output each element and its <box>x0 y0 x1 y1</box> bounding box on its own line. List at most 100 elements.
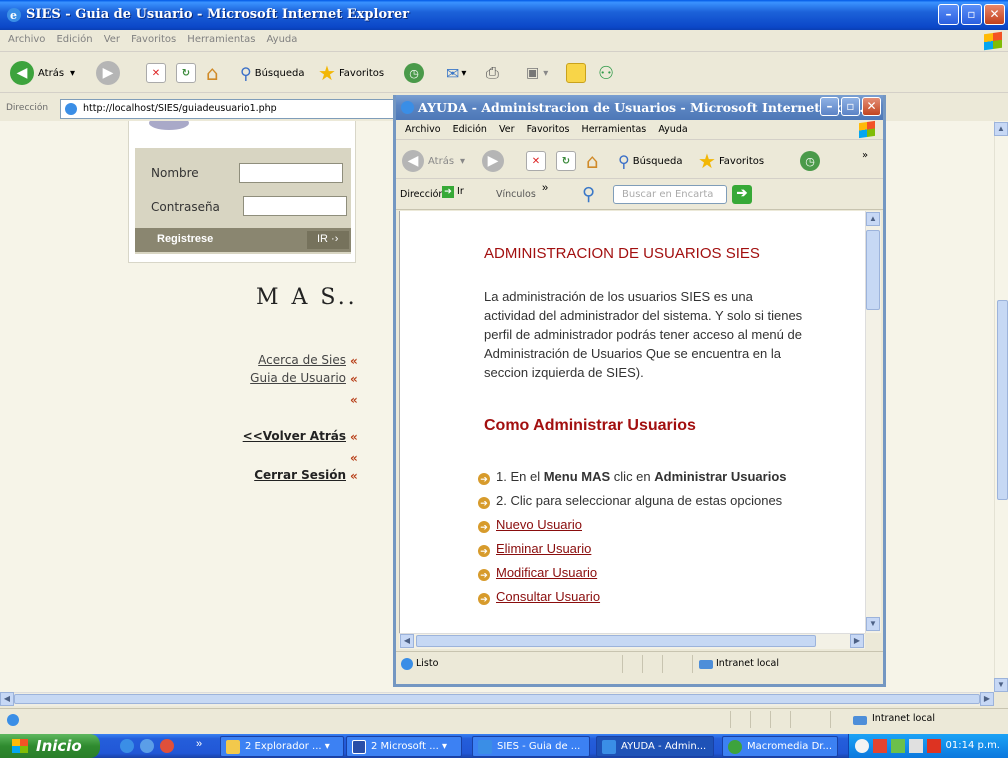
encarta-search-icon: ⚲ <box>582 184 596 204</box>
toolbar-chevron-icon[interactable]: » <box>862 141 868 169</box>
main-title-bar[interactable]: e SIES - Guia de Usuario - Microsoft Int… <box>0 0 1008 30</box>
ie-quicklaunch-icon[interactable] <box>120 739 134 753</box>
menu-ver[interactable]: Ver <box>499 124 515 135</box>
minimize-button[interactable]: – <box>938 4 959 25</box>
windows-flag-icon <box>12 739 28 753</box>
menu-favoritos[interactable]: Favoritos <box>527 124 570 135</box>
forward-button[interactable]: ▶ <box>482 147 504 175</box>
chevron-icon[interactable]: » <box>196 738 202 750</box>
taskbar-word[interactable]: 2 Microsoft ... ▾ <box>346 736 462 757</box>
popup-horizontal-scroll-thumb[interactable] <box>416 635 816 647</box>
menu-ayuda[interactable]: Ayuda <box>658 124 687 135</box>
encarta-search-input[interactable]: Buscar en Encarta <box>613 185 727 204</box>
tray-icon-2[interactable] <box>891 739 905 753</box>
scroll-right-arrow-icon[interactable]: ▶ <box>850 634 864 648</box>
password-input[interactable] <box>243 196 347 216</box>
menu-ayuda[interactable]: Ayuda <box>266 34 297 45</box>
tray-icon-4[interactable] <box>927 739 941 753</box>
clock[interactable]: 01:14 p.m. <box>946 740 1000 751</box>
edit-icon: ▣ <box>526 65 540 81</box>
popup-vertical-scroll-thumb[interactable] <box>866 230 880 310</box>
eliminar-usuario-link[interactable]: Eliminar Usuario <box>496 541 591 556</box>
nuevo-usuario-link[interactable]: Nuevo Usuario <box>496 517 582 532</box>
security-zone: Intranet local <box>716 658 780 669</box>
popup-title-bar[interactable]: AYUDA - Administracion de Usuarios - Mic… <box>396 95 883 120</box>
stop-button[interactable]: ✕ <box>526 147 546 175</box>
system-tray: 01:14 p.m. <box>848 734 1008 758</box>
start-button[interactable]: Inicio <box>0 734 100 758</box>
search-button[interactable]: ⚲ Búsqueda <box>618 147 682 175</box>
taskbar-sies[interactable]: SIES - Guia de ... <box>472 736 590 757</box>
favorites-button[interactable]: ★ Favoritos <box>698 147 764 175</box>
guia-link[interactable]: Guia de Usuario <box>250 371 346 385</box>
go-button[interactable]: ➔ Ir <box>442 186 464 198</box>
nombre-input[interactable] <box>239 163 343 183</box>
raquo-icon: « <box>350 372 358 386</box>
scroll-down-arrow-icon[interactable]: ▼ <box>994 678 1008 692</box>
ie-quicklaunch-icon-2[interactable] <box>140 739 154 753</box>
history-button[interactable]: ◷ <box>800 147 820 175</box>
taskbar-ayuda[interactable]: AYUDA - Admin... <box>596 736 714 757</box>
refresh-button[interactable]: ↻ <box>176 59 196 87</box>
popup-close-button[interactable]: ✕ <box>862 97 881 116</box>
main-vertical-scroll-thumb[interactable] <box>997 300 1008 500</box>
scroll-right-arrow-icon[interactable]: ▶ <box>980 692 994 706</box>
media-quicklaunch-icon[interactable] <box>160 739 174 753</box>
address-input[interactable]: http://localhost/SIES/guiadeusuario1.php <box>60 99 400 119</box>
forward-button[interactable]: ▶ <box>96 59 120 87</box>
stop-icon: ✕ <box>526 151 546 171</box>
search-button[interactable]: ⚲ Búsqueda <box>240 59 304 87</box>
ir-button[interactable]: IR ·› <box>307 231 349 249</box>
print-button[interactable]: ⎙ <box>486 59 499 87</box>
links-label[interactable]: Vínculos <box>496 189 536 200</box>
scroll-left-arrow-icon[interactable]: ◀ <box>400 634 414 648</box>
refresh-button[interactable]: ↻ <box>556 147 576 175</box>
volver-link[interactable]: <<Volver Atrás <box>243 429 346 443</box>
mail-button[interactable]: ✉ ▾ <box>446 59 466 87</box>
scroll-up-arrow-icon[interactable]: ▲ <box>866 212 880 226</box>
register-link[interactable]: Registrese <box>157 233 213 245</box>
modificar-usuario-link[interactable]: Modificar Usuario <box>496 565 597 580</box>
step-1: ➔ 1. En el Menu MAS clic en Administrar U… <box>478 469 786 485</box>
history-button[interactable]: ◷ <box>404 59 424 87</box>
menu-favoritos[interactable]: Favoritos <box>131 34 176 45</box>
cerrar-sesion-link[interactable]: Cerrar Sesión <box>254 468 346 482</box>
tray-arrow-icon[interactable] <box>855 739 869 753</box>
acerca-link[interactable]: Acerca de Sies <box>258 353 346 367</box>
option-nuevo: ➔ Nuevo Usuario <box>478 517 582 533</box>
stop-button[interactable]: ✕ <box>146 59 166 87</box>
home-button[interactable]: ⌂ <box>206 59 219 87</box>
menu-ver[interactable]: Ver <box>104 34 120 45</box>
consultar-usuario-link[interactable]: Consultar Usuario <box>496 589 600 604</box>
scroll-up-arrow-icon[interactable]: ▲ <box>994 122 1008 136</box>
close-button[interactable]: ✕ <box>984 4 1005 25</box>
menu-edicion[interactable]: Edición <box>56 34 92 45</box>
maximize-button[interactable]: ▫ <box>961 4 982 25</box>
encarta-go-button[interactable]: ➔ <box>732 185 752 204</box>
discuss-button[interactable] <box>566 59 586 87</box>
back-button[interactable]: ◀ Atrás ▾ <box>402 147 465 175</box>
scroll-down-arrow-icon[interactable]: ▼ <box>866 617 880 631</box>
popup-status-bar: Listo Intranet local <box>396 651 883 675</box>
taskbar-explorer[interactable]: 2 Explorador ... ▾ <box>220 736 344 757</box>
mail-icon: ✉ <box>446 63 460 83</box>
menu-archivo[interactable]: Archivo <box>405 124 441 135</box>
menu-archivo[interactable]: Archivo <box>8 34 45 45</box>
links-chevron-icon[interactable]: » <box>542 182 548 194</box>
menu-herramientas[interactable]: Herramientas <box>582 124 647 135</box>
main-horizontal-scroll-thumb[interactable] <box>14 694 980 704</box>
popup-maximize-button[interactable]: ▫ <box>841 97 860 116</box>
menu-herramientas[interactable]: Herramientas <box>187 34 255 45</box>
back-button[interactable]: ◀ Atrás ▾ <box>10 59 75 87</box>
print-icon: ⎙ <box>486 63 499 82</box>
tray-icon-3[interactable] <box>909 739 923 753</box>
tray-icon-1[interactable] <box>873 739 887 753</box>
popup-minimize-button[interactable]: – <box>820 97 839 116</box>
scroll-left-arrow-icon[interactable]: ◀ <box>0 692 14 706</box>
taskbar-macromedia[interactable]: Macromedia Dr... <box>722 736 838 757</box>
home-button[interactable]: ⌂ <box>586 147 599 175</box>
favorites-button[interactable]: ★ Favoritos <box>318 59 384 87</box>
menu-edicion[interactable]: Edición <box>453 124 487 135</box>
edit-button[interactable]: ▣ ▾ <box>526 59 548 87</box>
messenger-button[interactable]: ⚇ <box>598 59 614 87</box>
